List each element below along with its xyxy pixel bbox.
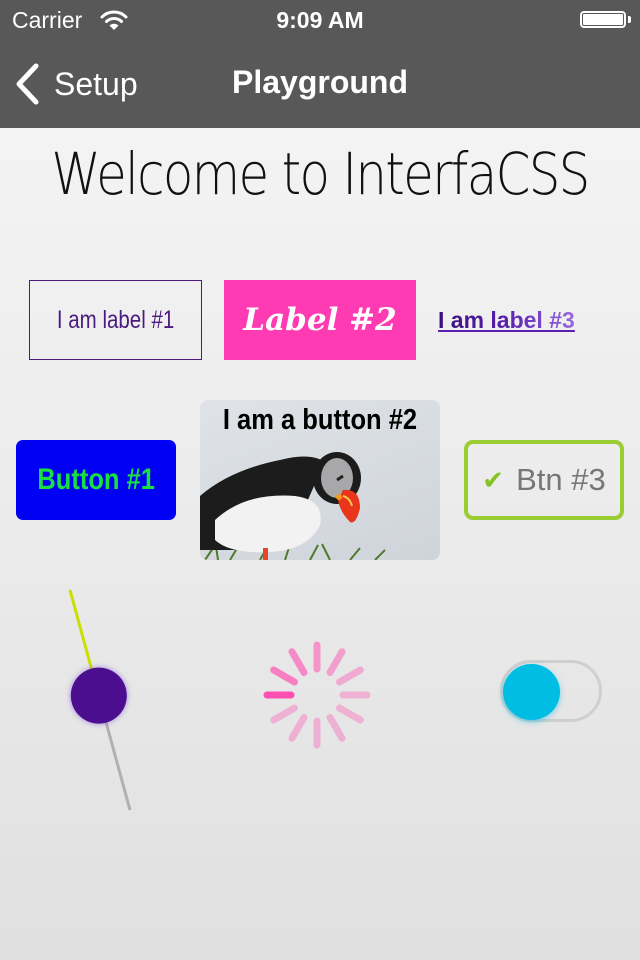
label-2-text: Label #2 bbox=[243, 302, 397, 338]
button-3-label: Btn #3 bbox=[516, 462, 606, 497]
spinner-spoke bbox=[336, 704, 364, 724]
status-time: 9:09 AM bbox=[276, 7, 364, 33]
label-1-text: I am label #1 bbox=[56, 305, 175, 334]
welcome-text: Welcome to InterfaCSS bbox=[51, 140, 590, 208]
label-2: Label #2 bbox=[224, 280, 416, 360]
spinner-spoke bbox=[336, 666, 364, 686]
spinner-spoke bbox=[326, 648, 346, 676]
spinner-spoke bbox=[270, 666, 298, 686]
battery-icon bbox=[580, 11, 626, 28]
welcome-heading: Welcome to InterfaCSS bbox=[45, 140, 595, 208]
switch-knob[interactable] bbox=[503, 664, 560, 720]
activity-indicator bbox=[263, 641, 371, 749]
spinner-spoke bbox=[270, 704, 298, 724]
button-1-label: Button #1 bbox=[37, 463, 155, 496]
spinner-spoke bbox=[288, 648, 308, 676]
button-1[interactable]: Button #1 bbox=[16, 440, 176, 520]
navigation-header: Carrier 9:09 AM Setup Playground bbox=[0, 0, 640, 128]
spinner-spoke bbox=[326, 714, 346, 742]
button-2[interactable]: I am a button #2 bbox=[200, 400, 440, 560]
checkmark-icon: ✔ bbox=[482, 464, 505, 495]
vertical-slider[interactable] bbox=[0, 580, 200, 820]
page-title: Playground bbox=[231, 64, 408, 100]
button-2-label: I am a button #2 bbox=[222, 404, 418, 436]
button-3[interactable]: ✔ Btn #3 bbox=[464, 440, 624, 520]
label-1: I am label #1 bbox=[29, 280, 202, 360]
label-3-link[interactable]: I am label #3 bbox=[438, 300, 575, 340]
toggle-switch[interactable] bbox=[500, 660, 602, 722]
battery-tip bbox=[628, 16, 631, 23]
spinner-spoke bbox=[288, 714, 308, 742]
slider-thumb[interactable] bbox=[70, 667, 127, 724]
